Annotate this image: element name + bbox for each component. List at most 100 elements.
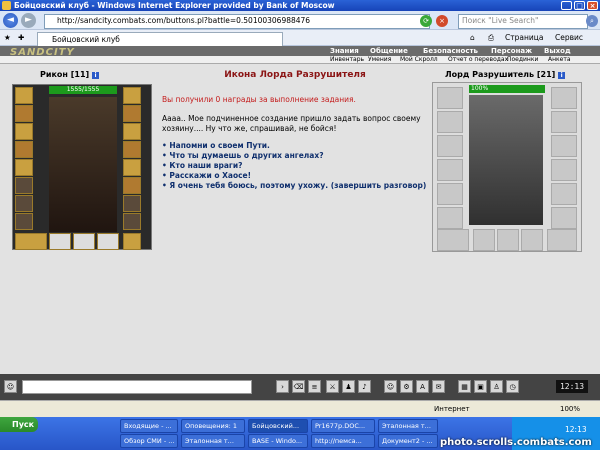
menu-security[interactable]: Безопасность — [423, 46, 478, 56]
equip-slot[interactable] — [123, 233, 141, 250]
taskbar-item[interactable]: Документ2 - ... — [378, 434, 438, 448]
settings-icon[interactable]: ⚙ — [400, 380, 413, 393]
map-icon[interactable]: ▦ — [458, 380, 471, 393]
tray-clock: 12:13 — [565, 425, 587, 434]
address-input[interactable]: http://sandcity.combats.com/buttons.pl?b… — [44, 14, 430, 29]
equip-slot[interactable] — [15, 213, 33, 230]
equip-slot — [551, 159, 577, 181]
chat-input[interactable] — [22, 380, 252, 394]
menu-battles[interactable]: Поединки — [507, 56, 538, 64]
zoom-level[interactable]: 100% — [560, 405, 580, 413]
time-icon[interactable]: ◷ — [506, 380, 519, 393]
info-icon[interactable]: i — [558, 72, 566, 79]
dialog-option-text[interactable]: Что ты думаешь о других ангелах? — [169, 151, 323, 160]
walk-icon[interactable]: ♟ — [342, 380, 355, 393]
start-button[interactable]: Пуск — [0, 417, 38, 432]
equip-slot[interactable] — [123, 177, 141, 194]
dialog-option[interactable]: • Что ты думаешь о других ангелах? — [162, 151, 432, 161]
dialog-option[interactable]: • Кто наши враги? — [162, 161, 432, 171]
stop-button[interactable]: × — [436, 15, 448, 27]
equip-slot[interactable] — [123, 195, 141, 212]
home-icon[interactable]: ⌂ — [470, 32, 475, 44]
equip-slot[interactable] — [97, 233, 119, 250]
dialog-option[interactable]: • Я очень тебя боюсь, поэтому ухожу. (за… — [162, 181, 432, 191]
menu-profile[interactable]: Анкета — [548, 56, 571, 64]
equip-slot[interactable] — [15, 105, 33, 122]
equip-slot — [551, 87, 577, 109]
equip-slot[interactable] — [49, 233, 71, 250]
fight-icon[interactable]: ⚔ — [326, 380, 339, 393]
site-top-menu: Знания Общение Безопасность Персонаж Вых… — [0, 46, 600, 56]
taskbar-item[interactable]: Бойцовский... — [248, 419, 308, 433]
menu-character[interactable]: Персонаж — [491, 46, 532, 56]
sound-icon[interactable]: ♪ — [358, 380, 371, 393]
chat-icon[interactable]: ☺ — [4, 380, 17, 393]
equip-slot[interactable] — [15, 141, 33, 158]
equip-slot[interactable] — [123, 213, 141, 230]
equip-slot[interactable] — [123, 105, 141, 122]
taskbar-item[interactable]: Входящие - ... — [120, 419, 178, 433]
close-button[interactable]: × — [587, 1, 598, 10]
dialog-option-text[interactable]: Напомни о своем Пути. — [169, 141, 269, 150]
equip-slot[interactable] — [15, 233, 47, 250]
dialog-option-text[interactable]: Я очень тебя боюсь, поэтому ухожу. (заве… — [169, 181, 426, 190]
back-button[interactable]: ◄ — [3, 13, 18, 28]
group-icon[interactable]: ♙ — [490, 380, 503, 393]
taskbar-item[interactable]: Pr1677p.DOC... — [311, 419, 375, 433]
taskbar-item[interactable]: http://пемса... — [311, 434, 375, 448]
favorites-star-icon[interactable]: ★ — [4, 32, 11, 44]
inventory-icon[interactable]: ▣ — [474, 380, 487, 393]
refresh-button[interactable]: ⟳ — [420, 15, 432, 27]
equip-slot — [437, 207, 463, 229]
print-icon[interactable]: ⎙ — [488, 32, 494, 44]
search-icon[interactable]: ⌕ — [586, 15, 598, 27]
smile-icon[interactable]: ☺ — [384, 380, 397, 393]
equip-slot[interactable] — [15, 87, 33, 104]
equip-slot[interactable] — [123, 159, 141, 176]
search-input[interactable]: Поиск "Live Search" — [458, 14, 588, 29]
equip-slot[interactable] — [15, 177, 33, 194]
equip-slot — [437, 111, 463, 133]
equip-slot[interactable] — [123, 123, 141, 140]
player-name[interactable]: Рикон — [40, 70, 68, 79]
dialog-option[interactable]: • Напомни о своем Пути. — [162, 141, 432, 151]
menu-my-scroll[interactable]: Мой Скролл — [400, 56, 438, 64]
dialog-option-text[interactable]: Расскажи о Хаосе! — [169, 171, 251, 180]
equip-slot[interactable] — [15, 159, 33, 176]
service-menu[interactable]: Сервис — [555, 32, 583, 44]
site-sub-menu: Инвентарь Умения Мой Скролл Отчет о пере… — [0, 56, 600, 64]
filter-icon[interactable]: ≡ — [308, 380, 321, 393]
clear-icon[interactable]: ⌫ — [292, 380, 305, 393]
equip-slot[interactable] — [123, 141, 141, 158]
say-button[interactable]: › — [276, 380, 289, 393]
info-icon[interactable]: i — [91, 72, 99, 79]
player-level: [11] — [70, 70, 90, 79]
menu-transfer-report[interactable]: Отчет о переводах — [448, 56, 508, 64]
menu-exit[interactable]: Выход — [544, 46, 571, 56]
player-equipment-panel: 1555/1555 — [12, 84, 152, 250]
equip-slot[interactable] — [15, 123, 33, 140]
equip-slot[interactable] — [123, 87, 141, 104]
menu-communication[interactable]: Общение — [370, 46, 408, 56]
taskbar-item[interactable]: Оповещения: 1 — [181, 419, 245, 433]
equip-slot[interactable] — [73, 233, 95, 250]
page-menu[interactable]: Страница — [505, 32, 543, 44]
taskbar-item[interactable]: BASE - Windo... — [248, 434, 308, 448]
tab-active[interactable]: Бойцовский клуб — [37, 32, 283, 47]
menu-inventory[interactable]: Инвентарь — [330, 56, 364, 64]
taskbar-item[interactable]: Эталонная т... — [181, 434, 245, 448]
menu-skills[interactable]: Умения — [368, 56, 391, 64]
maximize-button[interactable]: □ — [574, 1, 585, 10]
chat-icon[interactable]: ✉ — [432, 380, 445, 393]
minimize-button[interactable]: _ — [561, 1, 572, 10]
equip-slot — [437, 159, 463, 181]
font-icon[interactable]: A — [416, 380, 429, 393]
taskbar-item[interactable]: Обзор СМИ - ... — [120, 434, 178, 448]
taskbar-item[interactable]: Эталонная т... — [378, 419, 438, 433]
dialog-option[interactable]: • Расскажи о Хаосе! — [162, 171, 432, 181]
equip-slot[interactable] — [15, 195, 33, 212]
dialog-option-text[interactable]: Кто наши враги? — [169, 161, 242, 170]
add-favorite-icon[interactable]: ✚ — [18, 32, 24, 44]
forward-button[interactable]: ► — [21, 13, 36, 28]
menu-knowledge[interactable]: Знания — [330, 46, 359, 56]
